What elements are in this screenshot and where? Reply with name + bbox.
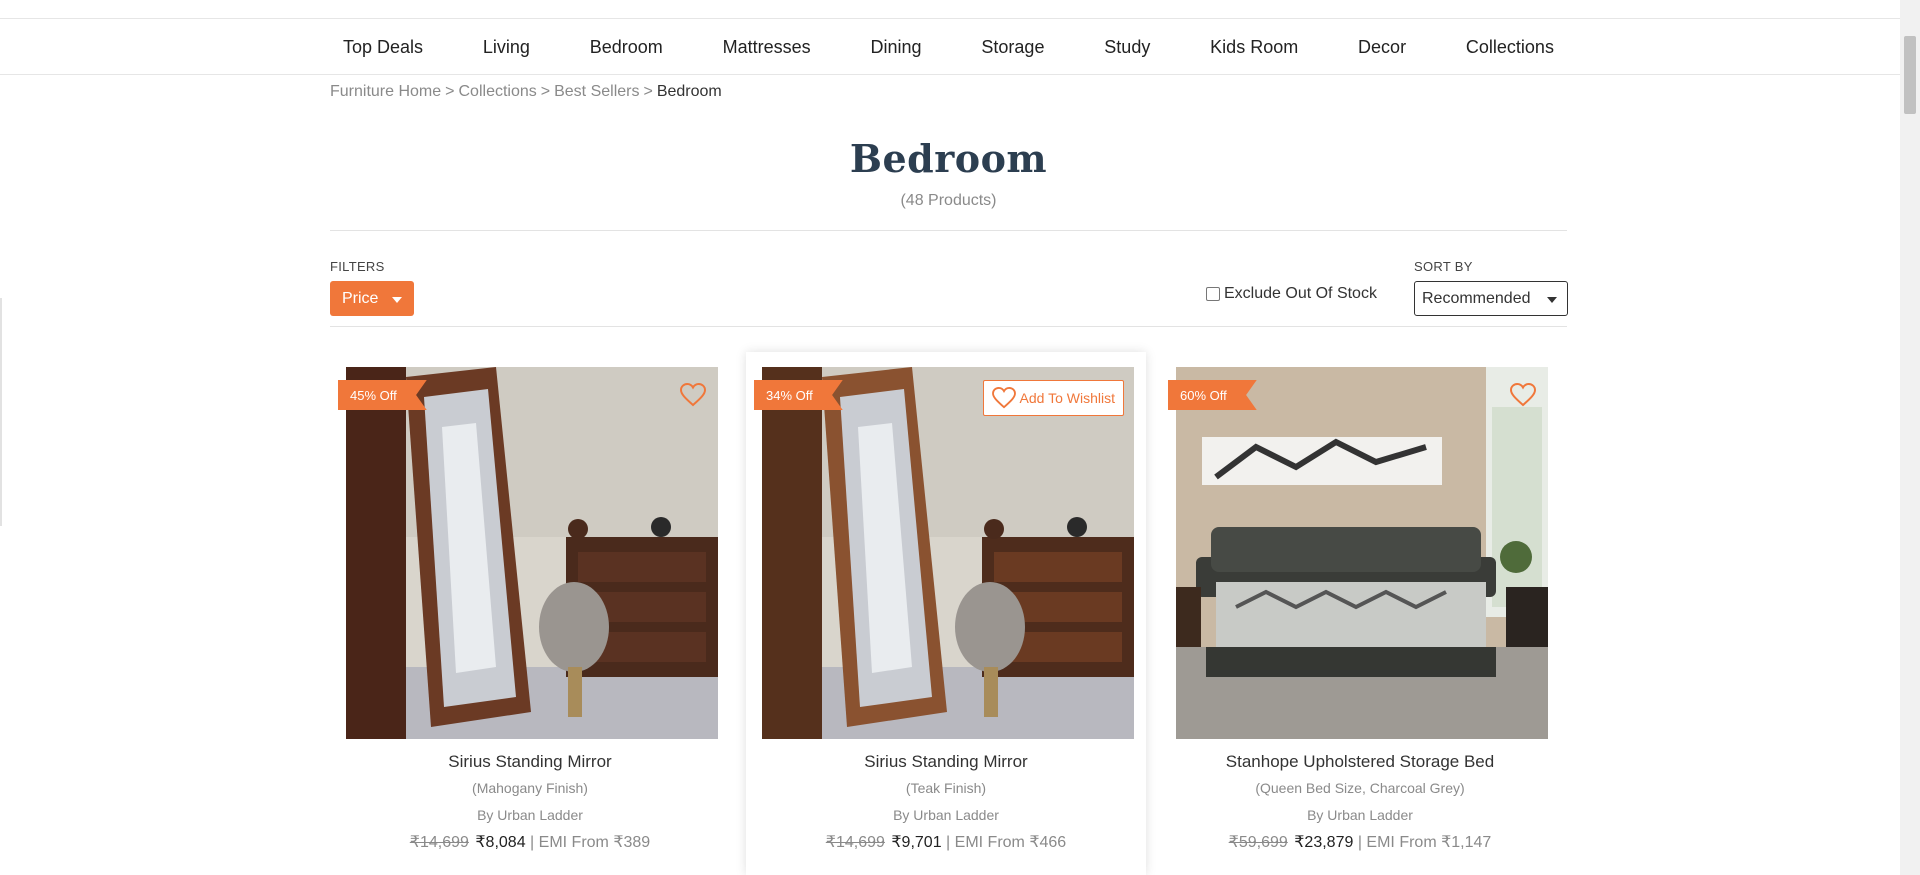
product-mrp: ₹14,699 (825, 834, 885, 851)
wishlist-heart-button[interactable] (1508, 380, 1538, 410)
page-title: Bedroom (849, 136, 1048, 181)
divider (330, 230, 1567, 231)
product-count: (48 Products) (900, 192, 997, 209)
breadcrumb-separator: > (445, 83, 455, 100)
product-emi: | EMI From ₹389 (530, 834, 651, 851)
breadcrumb: Furniture Home > Collections > Best Sellers >… (330, 83, 722, 101)
page-scrollbar[interactable] (1900, 0, 1920, 875)
breadcrumb-collections[interactable]: Collections (459, 83, 537, 100)
caret-down-icon (392, 296, 403, 303)
product-mrp: ₹59,699 (1228, 834, 1288, 851)
product-mrp: ₹14,699 (409, 834, 469, 851)
product-emi: | EMI From ₹1,147 (1357, 834, 1492, 851)
add-to-wishlist-button[interactable]: Add To Wishlist (982, 380, 1124, 416)
price-filter-label: Price (342, 289, 379, 307)
nav-item-mattresses[interactable]: Mattresses (723, 37, 811, 58)
nav-item-kids-room[interactable]: Kids Room (1210, 37, 1298, 58)
price-filter-button[interactable]: Price (330, 281, 414, 316)
product-card[interactable]: 45% Off Sirius Standing Mirror (Mahogany… (330, 352, 730, 875)
product-name[interactable]: Sirius Standing Mirror (330, 752, 730, 772)
wishlist-heart-button[interactable] (678, 380, 708, 410)
nav-item-dining[interactable]: Dining (871, 37, 922, 58)
nav-items: Top Deals Living Bedroom Mattresses Dini… (330, 19, 1567, 75)
breadcrumb-separator: > (643, 83, 653, 100)
sort-by-label: SORT BY (1414, 259, 1473, 274)
nav-item-study[interactable]: Study (1104, 37, 1150, 58)
heart-icon (991, 387, 1016, 409)
left-edge-tab[interactable] (0, 298, 2, 526)
product-variant: (Teak Finish) (905, 780, 987, 796)
heart-icon (680, 383, 706, 407)
top-strip (0, 0, 1900, 19)
product-variant: (Mahogany Finish) (472, 780, 588, 796)
nav-item-living[interactable]: Living (483, 37, 530, 58)
exclude-out-of-stock-checkbox[interactable] (1206, 287, 1220, 301)
nav-item-decor[interactable]: Decor (1358, 37, 1406, 58)
breadcrumb-separator: > (540, 83, 551, 100)
sort-select[interactable]: Recommended (1414, 281, 1568, 316)
product-brand: By Urban Ladder (893, 807, 999, 823)
main-nav: Top Deals Living Bedroom Mattresses Dini… (0, 19, 1900, 75)
divider (330, 326, 1567, 327)
discount-badge: 45% Off (338, 380, 427, 410)
product-name[interactable]: Sirius Standing Mirror (746, 752, 1146, 772)
product-price: ₹14,699 ₹9,701 | EMI From ₹466 (746, 832, 1146, 852)
scrollbar-thumb[interactable] (1904, 36, 1916, 114)
add-to-wishlist-label: Add To Wishlist (1019, 390, 1115, 406)
product-sale-price: ₹23,879 (1294, 834, 1354, 851)
nav-item-collections[interactable]: Collections (1466, 37, 1554, 58)
product-name[interactable]: Stanhope Upholstered Storage Bed (1160, 752, 1560, 772)
product-card[interactable]: 60% Off Stanhope Upholstered Storage Bed… (1160, 352, 1560, 875)
discount-badge: 60% Off (1168, 380, 1257, 410)
nav-item-top-deals[interactable]: Top Deals (343, 37, 423, 58)
breadcrumb-current: Bedroom (656, 83, 722, 100)
exclude-out-of-stock-label: Exclude Out Of Stock (1224, 285, 1377, 302)
product-card[interactable]: 34% Off Add To Wishlist Sirius Standing … (746, 352, 1146, 875)
filters-label: FILTERS (330, 259, 385, 274)
caret-down-icon (1547, 297, 1557, 303)
product-price: ₹14,699 ₹8,084 | EMI From ₹389 (330, 832, 730, 852)
breadcrumb-furniture-home[interactable]: Furniture Home (330, 83, 441, 100)
discount-badge: 34% Off (754, 380, 843, 410)
product-price: ₹59,699 ₹23,879 | EMI From ₹1,147 (1160, 832, 1560, 852)
product-image[interactable] (762, 367, 1134, 739)
breadcrumb-best-sellers[interactable]: Best Sellers (554, 83, 639, 100)
heart-icon (1510, 383, 1536, 407)
product-image[interactable] (346, 367, 718, 739)
product-sale-price: ₹8,084 (475, 834, 526, 851)
sort-select-value: Recommended (1422, 289, 1531, 307)
product-brand: By Urban Ladder (1307, 807, 1413, 823)
product-variant: (Queen Bed Size, Charcoal Grey) (1255, 780, 1465, 796)
exclude-out-of-stock[interactable]: Exclude Out Of Stock (1206, 285, 1377, 303)
product-brand: By Urban Ladder (477, 807, 583, 823)
product-sale-price: ₹9,701 (891, 834, 942, 851)
product-emi: | EMI From ₹466 (946, 834, 1067, 851)
nav-item-bedroom[interactable]: Bedroom (590, 37, 663, 58)
product-image[interactable] (1176, 367, 1548, 739)
nav-item-storage[interactable]: Storage (981, 37, 1044, 58)
